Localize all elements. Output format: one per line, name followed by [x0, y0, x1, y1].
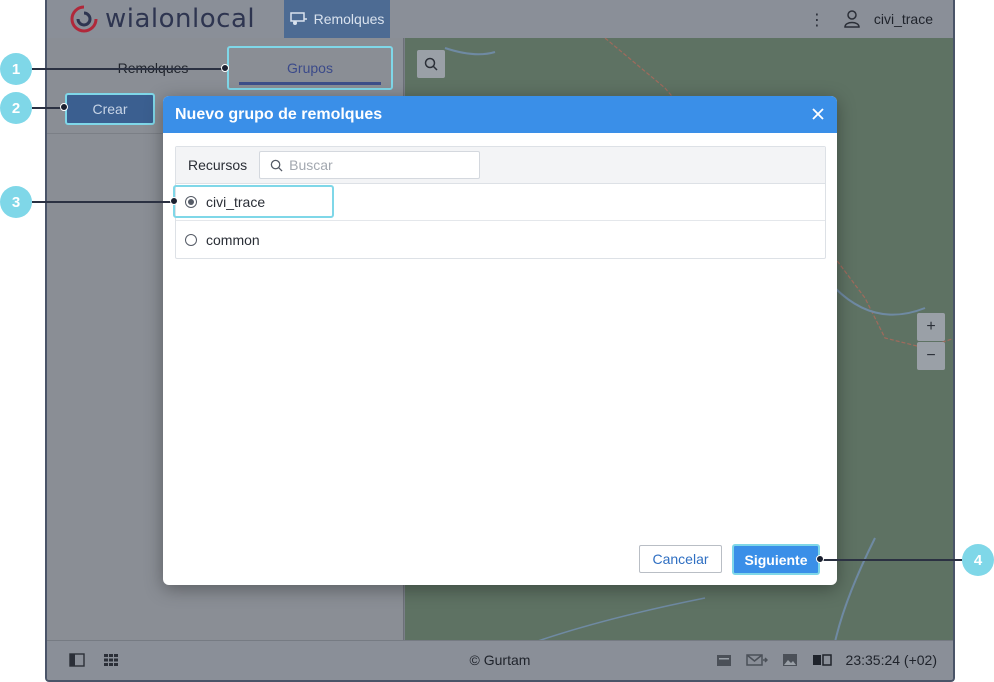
nav-tab-label: Remolques: [313, 11, 385, 27]
sms-icon[interactable]: [716, 653, 732, 667]
callout-anchor-1: [221, 64, 229, 72]
trailer-icon: [289, 12, 307, 25]
new-trailer-group-dialog: Nuevo grupo de remolques Recursos civi_t…: [163, 96, 837, 585]
resources-table: Recursos civi_trace common: [173, 146, 826, 259]
next-button[interactable]: Siguiente: [732, 544, 820, 575]
callout-4: 4: [962, 544, 994, 576]
logo-text: wialonlocal: [105, 4, 256, 34]
search-icon: [424, 57, 438, 71]
messages-icon[interactable]: [745, 653, 768, 667]
callout-1: 1: [0, 53, 32, 85]
user-icon: [844, 10, 860, 28]
image-icon[interactable]: [782, 653, 798, 667]
callout-2: 2: [0, 92, 32, 124]
top-bar: wialonlocal Remolques ⋮ civi_trace: [47, 0, 953, 38]
callout-3: 3: [0, 186, 32, 218]
search-input[interactable]: [289, 157, 470, 173]
logo-icon: [70, 5, 98, 33]
nav-tab-remolques[interactable]: Remolques: [284, 0, 390, 38]
close-icon[interactable]: [809, 105, 827, 123]
zoom-in-button[interactable]: +: [917, 313, 945, 341]
footer: © Gurtam 23:35:24 (+02): [47, 640, 953, 680]
resource-row-civi-trace[interactable]: civi_trace: [173, 184, 825, 221]
clock: 23:35:24 (+02): [845, 652, 937, 668]
log-icon[interactable]: [812, 653, 832, 667]
callout-leader-3: [32, 201, 174, 203]
resource-row-common[interactable]: common: [176, 221, 825, 258]
footer-right-tools: 23:35:24 (+02): [716, 652, 937, 668]
search-icon: [270, 159, 283, 172]
username: civi_trace: [873, 11, 933, 27]
search-box: [259, 151, 481, 179]
row-highlight: [173, 185, 334, 218]
wialon-logo: wialonlocal: [69, 4, 255, 34]
map-search-button[interactable]: [417, 50, 445, 78]
dialog-header: Nuevo grupo de remolques: [163, 96, 837, 133]
callout-leader-4: [820, 559, 962, 561]
zoom-out-button[interactable]: −: [917, 342, 945, 370]
resources-label: Recursos: [188, 157, 248, 173]
cancel-button[interactable]: Cancelar: [639, 545, 722, 573]
tab-grupos-label: Grupos: [287, 60, 333, 76]
dialog-title: Nuevo grupo de remolques: [175, 105, 383, 123]
create-button[interactable]: Crear: [65, 93, 155, 125]
callout-anchor-4: [816, 555, 824, 563]
resources-header: Recursos: [176, 147, 825, 184]
active-tab-indicator: [239, 82, 381, 85]
callout-anchor-2: [60, 103, 68, 111]
resource-name: common: [206, 231, 260, 248]
tab-grupos[interactable]: Grupos: [227, 46, 393, 90]
more-menu-icon[interactable]: ⋮: [809, 10, 825, 30]
user-menu[interactable]: civi_trace: [844, 0, 933, 38]
callout-leader-1: [32, 68, 225, 70]
callout-anchor-3: [170, 197, 178, 205]
radio-unselected[interactable]: [185, 233, 197, 246]
